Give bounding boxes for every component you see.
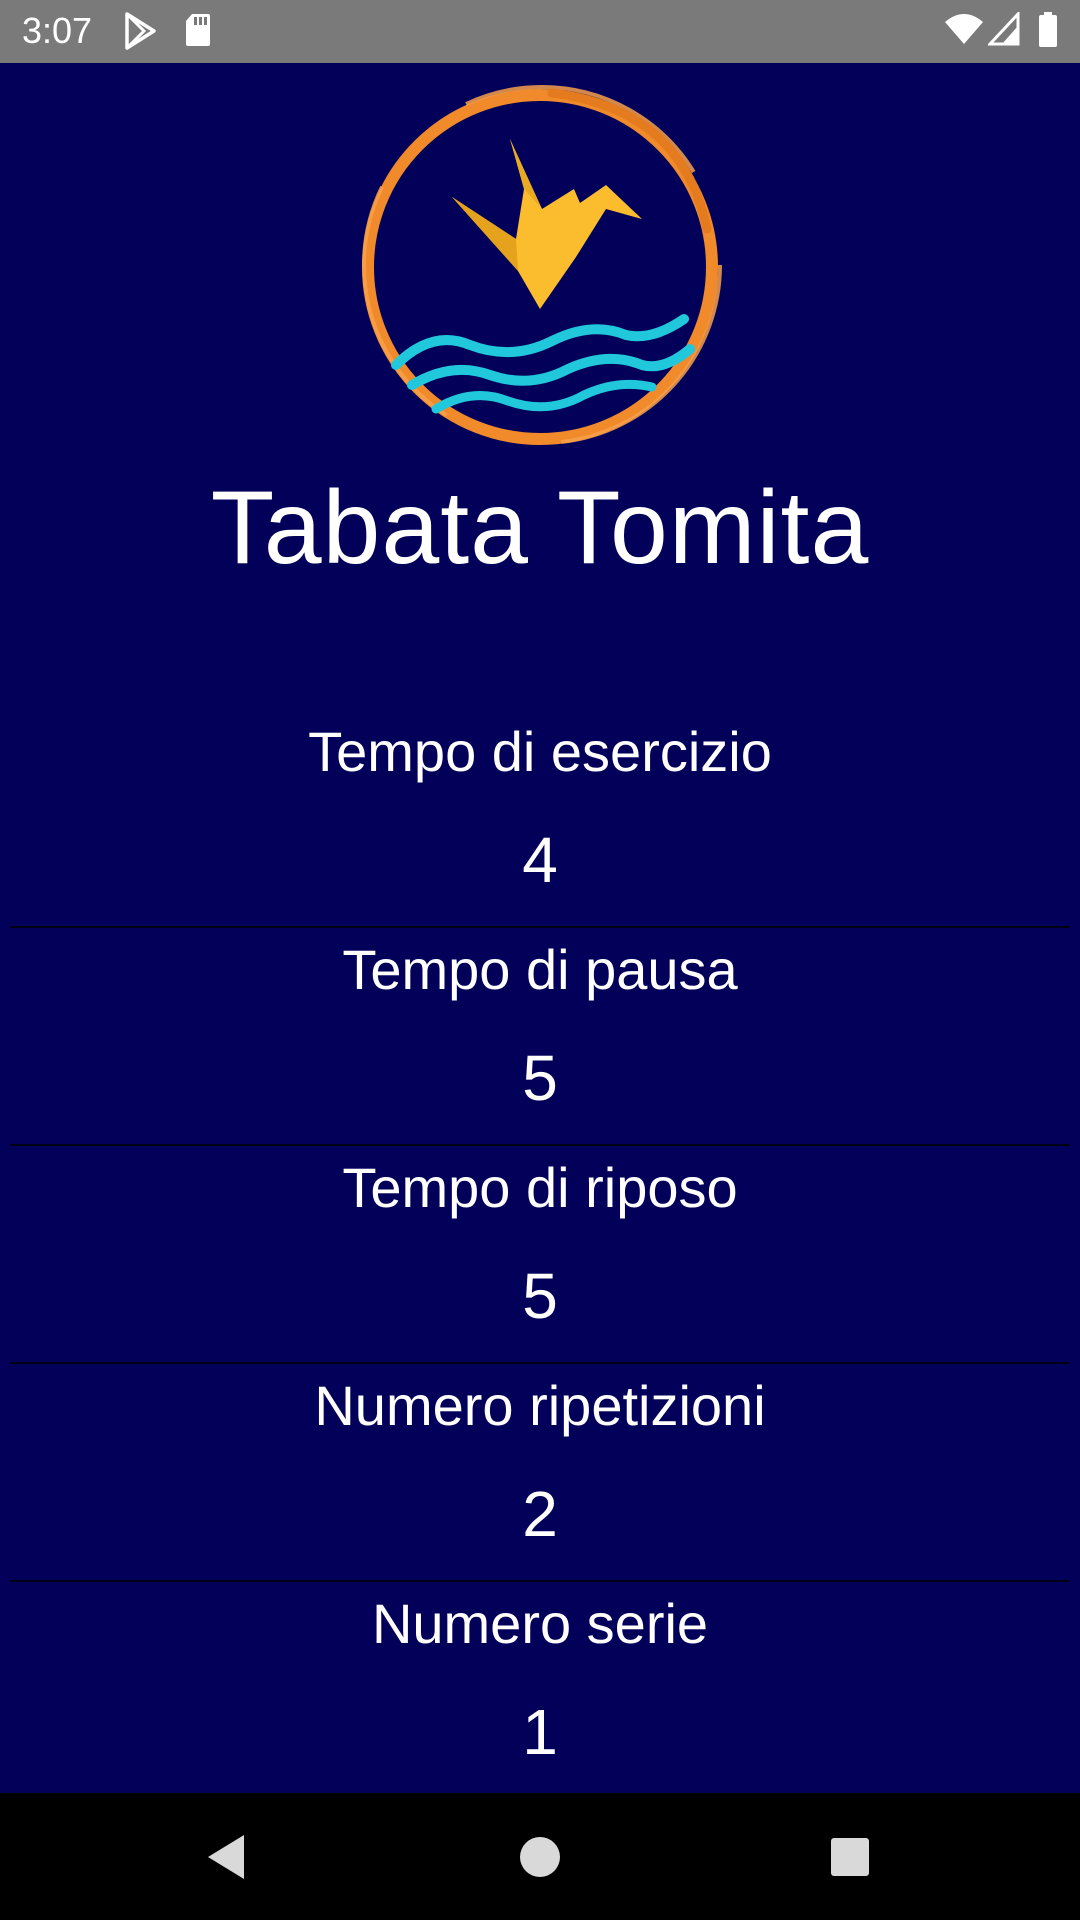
navigation-bar	[0, 1793, 1080, 1920]
setting-label: Tempo di pausa	[342, 938, 738, 1001]
setting-label: Tempo di esercizio	[308, 720, 772, 783]
divider	[10, 1362, 1070, 1364]
status-bar: 3:07	[0, 0, 1080, 63]
divider	[10, 1144, 1070, 1146]
main-screen: Tabata Tomita Tempo di esercizio 4 Tempo…	[0, 63, 1080, 1793]
app-title: Tabata Tomita	[210, 470, 870, 586]
settings-list: Tempo di esercizio 4 Tempo di pausa 5 Te…	[0, 711, 1080, 1793]
divider	[10, 1580, 1070, 1582]
setting-value[interactable]: 1	[0, 1694, 1080, 1770]
wifi-icon	[944, 12, 984, 50]
setting-row-pause-time[interactable]: Tempo di pausa 5	[0, 929, 1080, 1147]
setting-label: Tempo di riposo	[342, 1156, 738, 1219]
play-store-icon	[124, 12, 158, 50]
setting-value[interactable]: 5	[0, 1258, 1080, 1334]
setting-value[interactable]: 5	[0, 1040, 1080, 1116]
setting-value[interactable]: 2	[0, 1476, 1080, 1552]
sd-card-icon	[184, 12, 212, 50]
setting-row-rest-time[interactable]: Tempo di riposo 5	[0, 1147, 1080, 1365]
divider	[10, 926, 1070, 928]
origami-crane-logo	[352, 79, 728, 455]
setting-label: Numero serie	[371, 1592, 709, 1655]
battery-icon	[1038, 12, 1058, 50]
signal-icon	[988, 12, 1020, 50]
setting-value[interactable]: 4	[0, 822, 1080, 898]
status-time: 3:07	[22, 10, 93, 51]
home-icon[interactable]	[510, 1827, 570, 1887]
recents-icon[interactable]	[820, 1827, 880, 1887]
setting-row-series[interactable]: Numero serie 1	[0, 1583, 1080, 1793]
setting-row-repetitions[interactable]: Numero ripetizioni 2	[0, 1365, 1080, 1583]
setting-label: Numero ripetizioni	[314, 1374, 766, 1437]
setting-row-exercise-time[interactable]: Tempo di esercizio 4	[0, 711, 1080, 929]
back-icon[interactable]	[200, 1827, 260, 1887]
